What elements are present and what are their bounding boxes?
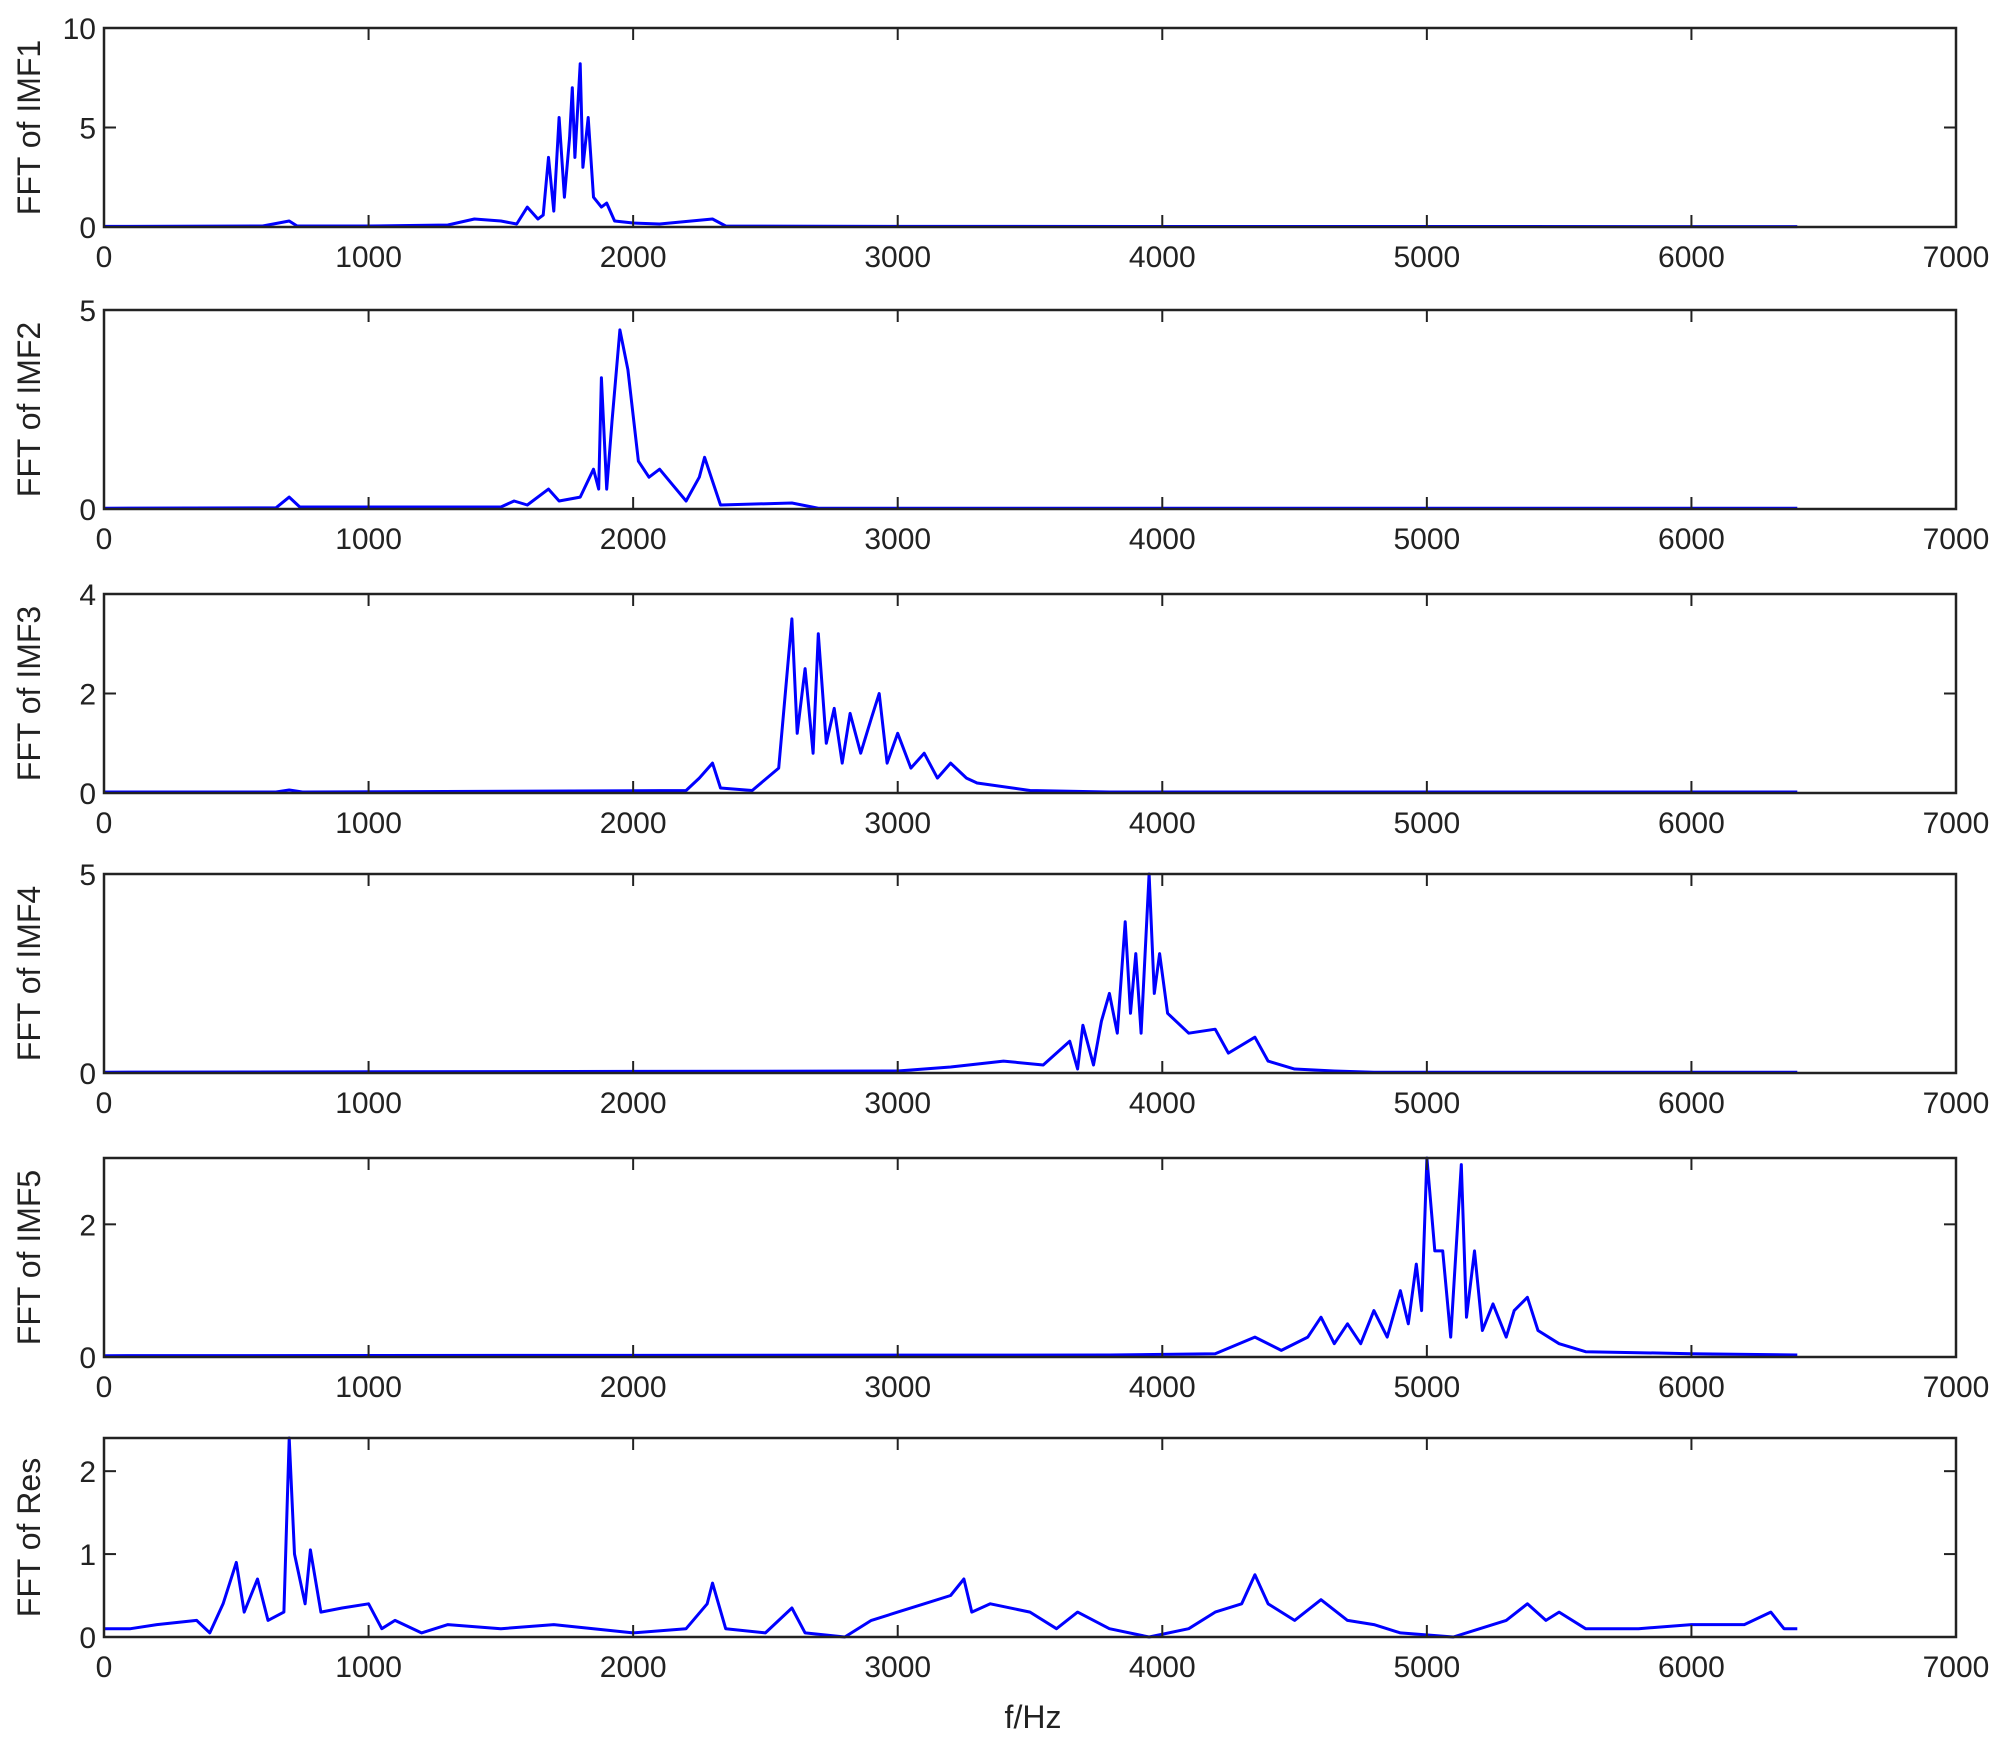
x-tick-label: 3000 [864,241,931,274]
x-tick-label: 0 [96,1087,113,1120]
x-tick-label: 1000 [335,1087,402,1120]
y-axis-label: FFT of IMF5 [11,1170,47,1345]
series-line [103,328,1798,510]
x-tick-label: 5000 [1393,1371,1460,1404]
x-tick-label: 4000 [1129,241,1196,274]
y-axis-label: FFT of IMF3 [11,606,47,781]
x-tick-label: 1000 [335,241,402,274]
x-tick-label: 1000 [335,807,402,840]
x-tick-label: 2000 [600,523,667,556]
x-tick-label: 7000 [1923,1651,1990,1684]
x-tick-label: 2000 [600,1371,667,1404]
y-tick-label: 5 [79,295,96,328]
x-tick-label: 7000 [1923,523,1990,556]
x-tick-label: 4000 [1129,1087,1196,1120]
y-tick-label: 0 [79,212,96,245]
x-tick-label: 3000 [864,523,931,556]
x-tick-label: 5000 [1393,241,1460,274]
x-tick-label: 3000 [864,1371,931,1404]
subplot-4: 0 1000 2000 3000 4000 5000 6000 7000 0 5 FFT of IM… [11,859,1989,1120]
axes-box [102,308,1958,511]
x-tick-label: 5000 [1393,807,1460,840]
subplot-2: 0 1000 2000 3000 4000 5000 6000 7000 0 5 FFT of IM… [11,295,1989,556]
x-tick-label: 5000 [1393,1087,1460,1120]
x-tick-label: 0 [96,1651,113,1684]
y-tick-label: 4 [79,579,96,612]
axes-box [102,592,1958,795]
x-tick-label: 5000 [1393,1651,1460,1684]
y-tick-label: 0 [79,1058,96,1091]
x-tick-label: 2000 [600,807,667,840]
imf-fft-figure: f/Hz 0 1000 2000 3000 4000 5000 6000 70000510FF… [11,13,1990,1735]
axes-box [102,26,1958,229]
x-tick-label: 7000 [1923,1371,1990,1404]
x-tick-label: 3000 [864,1651,931,1684]
subplot-6: 0 1000 2000 3000 4000 5000 6000 7000 0 1 2 FFT of R… [11,1436,1990,1684]
y-tick-label: 5 [79,113,96,146]
axes-box [102,872,1958,1075]
x-tick-label: 3000 [864,1087,931,1120]
x-tick-label: 2000 [600,241,667,274]
axes-box [102,1156,1958,1359]
series-line [104,617,1798,794]
x-tick-label: 1000 [335,523,402,556]
y-tick-label: 0 [79,778,96,811]
x-tick-label: 7000 [1923,807,1990,840]
x-tick-label: 0 [96,1371,113,1404]
y-axis-label: FFT of Res [11,1458,47,1617]
x-tick-label: 6000 [1658,1087,1725,1120]
x-tick-label: 7000 [1923,241,1990,274]
subplot-1: 0 1000 2000 3000 4000 5000 6000 7000 0 5 10 FFT of … [11,13,1989,274]
x-tick-label: 2000 [600,1087,667,1120]
series-line [103,62,1798,229]
x-tick-label: 4000 [1129,1651,1196,1684]
y-tick-label: 0 [79,1622,96,1655]
series-line [104,1436,1798,1639]
x-tick-label: 0 [96,807,113,840]
axes-box [102,1436,1958,1639]
x-tick-label: 6000 [1658,1651,1725,1684]
y-axis-label: FFT of IMF2 [11,322,47,497]
y-tick-label: 2 [79,679,96,712]
x-tick-label: 1000 [335,1371,402,1404]
x-tick-label: 2000 [600,1651,667,1684]
x-axis-label: f/Hz [1005,1699,1062,1735]
y-tick-label: 1 [79,1539,96,1572]
y-tick-label: 0 [79,1342,96,1375]
x-tick-label: 1000 [335,1651,402,1684]
x-tick-label: 6000 [1658,523,1725,556]
x-tick-label: 5000 [1393,523,1460,556]
y-tick-label: 2 [79,1209,96,1242]
subplot-5: 0 1000 2000 3000 4000 5000 6000 7000 0 2 FFT of IM… [11,1156,1990,1404]
y-axis-label: FFT of IMF1 [11,40,47,215]
y-tick-label: 10 [63,13,96,46]
x-tick-label: 7000 [1923,1087,1990,1120]
series-line [103,1156,1798,1358]
x-tick-label: 4000 [1129,1371,1196,1404]
y-tick-label: 5 [79,859,96,892]
series-line [103,872,1798,1074]
x-tick-label: 6000 [1658,241,1725,274]
y-tick-label: 2 [79,1456,96,1489]
y-axis-label: FFT of IMF4 [11,886,47,1061]
x-tick-label: 3000 [864,807,931,840]
x-tick-label: 6000 [1658,1371,1725,1404]
x-tick-label: 0 [96,241,113,274]
x-tick-label: 4000 [1129,523,1196,556]
x-tick-label: 0 [96,523,113,556]
x-tick-label: 4000 [1129,807,1196,840]
subplot-3: 0 1000 2000 3000 4000 5000 6000 7000 0 2 4 FFT of I… [11,579,1989,840]
y-tick-label: 0 [79,494,96,527]
x-tick-label: 6000 [1658,807,1725,840]
